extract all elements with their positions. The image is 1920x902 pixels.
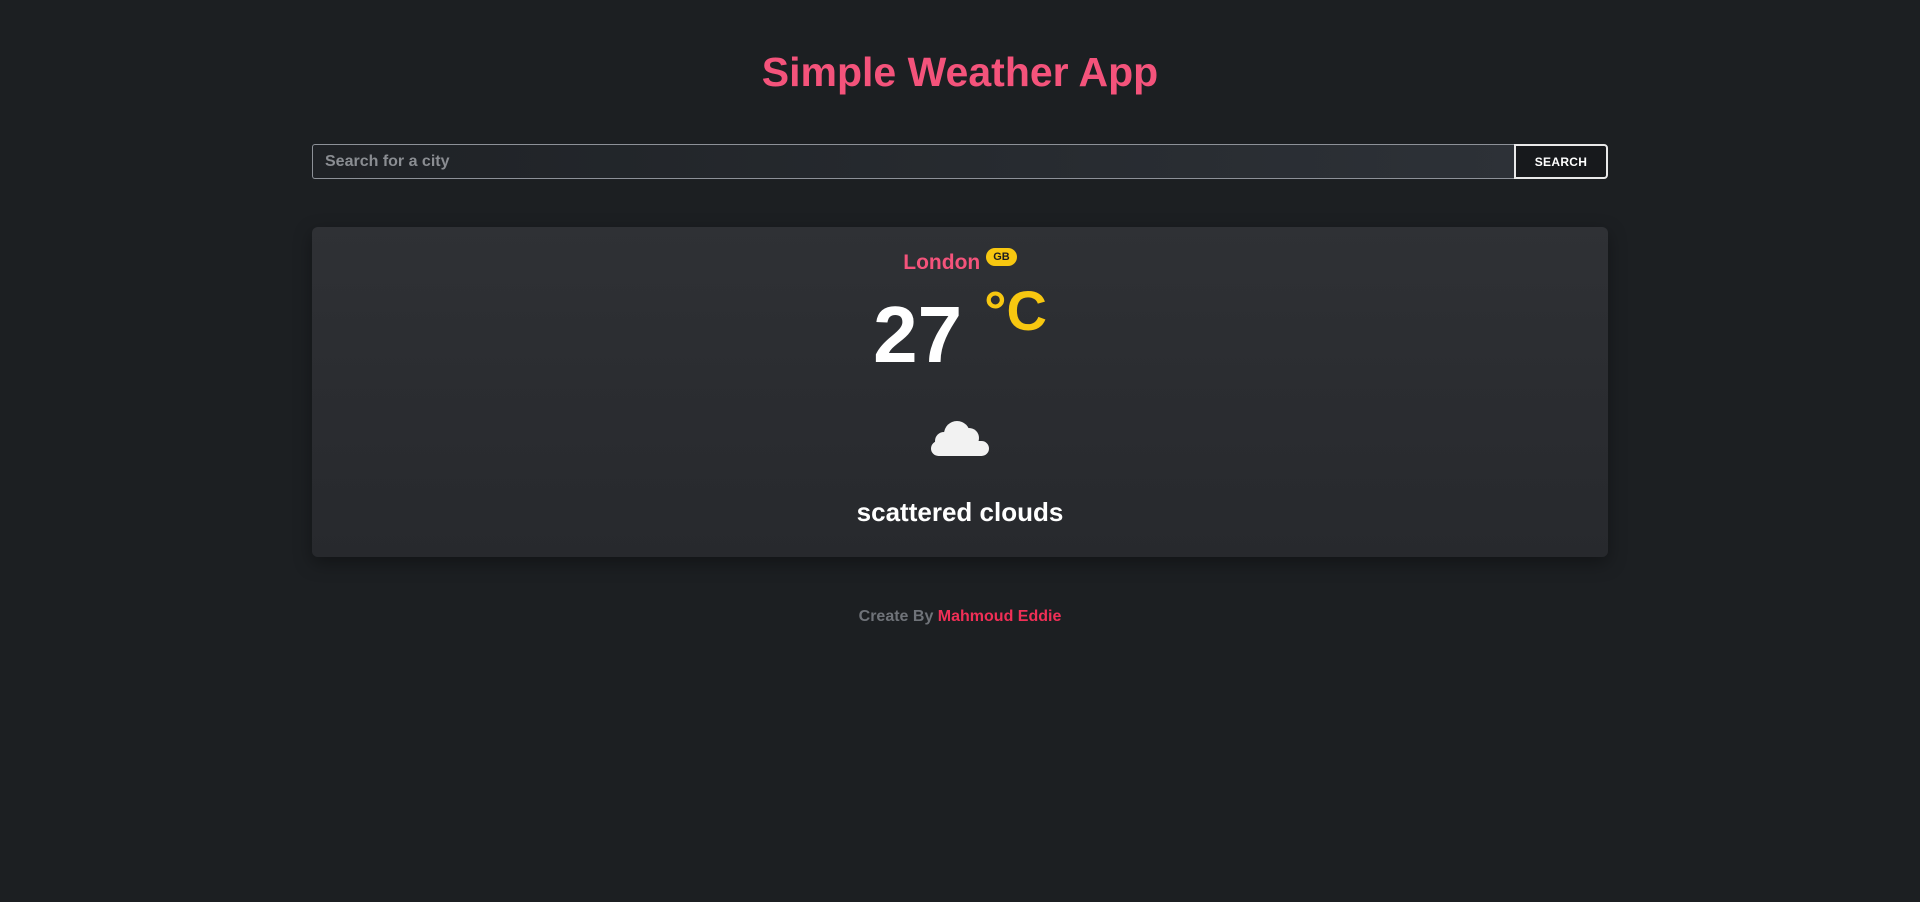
city-search-input[interactable] <box>312 144 1514 179</box>
footer-prefix: Create By <box>858 608 938 625</box>
weather-description: scattered clouds <box>856 497 1064 527</box>
location-row: London GB <box>312 248 1608 276</box>
country-badge: GB <box>986 248 1017 266</box>
author-link[interactable]: Mahmoud Eddie <box>938 608 1062 625</box>
temperature-unit: °C <box>984 279 1047 342</box>
search-bar: SEARCH <box>312 144 1608 179</box>
temperature-row: 27 °C <box>312 279 1608 379</box>
footer-credit: Create By Mahmoud Eddie <box>0 607 1920 627</box>
weather-app-page: Simple Weather App SEARCH London GB 27 °… <box>0 0 1920 902</box>
city-name: London <box>903 251 981 274</box>
app-title: Simple Weather App <box>761 49 1159 95</box>
cloud-icon <box>930 417 990 457</box>
weather-card: London GB 27 °C scattered clouds <box>312 227 1608 557</box>
temperature-value: 27 <box>873 290 963 379</box>
search-button[interactable]: SEARCH <box>1514 144 1608 179</box>
